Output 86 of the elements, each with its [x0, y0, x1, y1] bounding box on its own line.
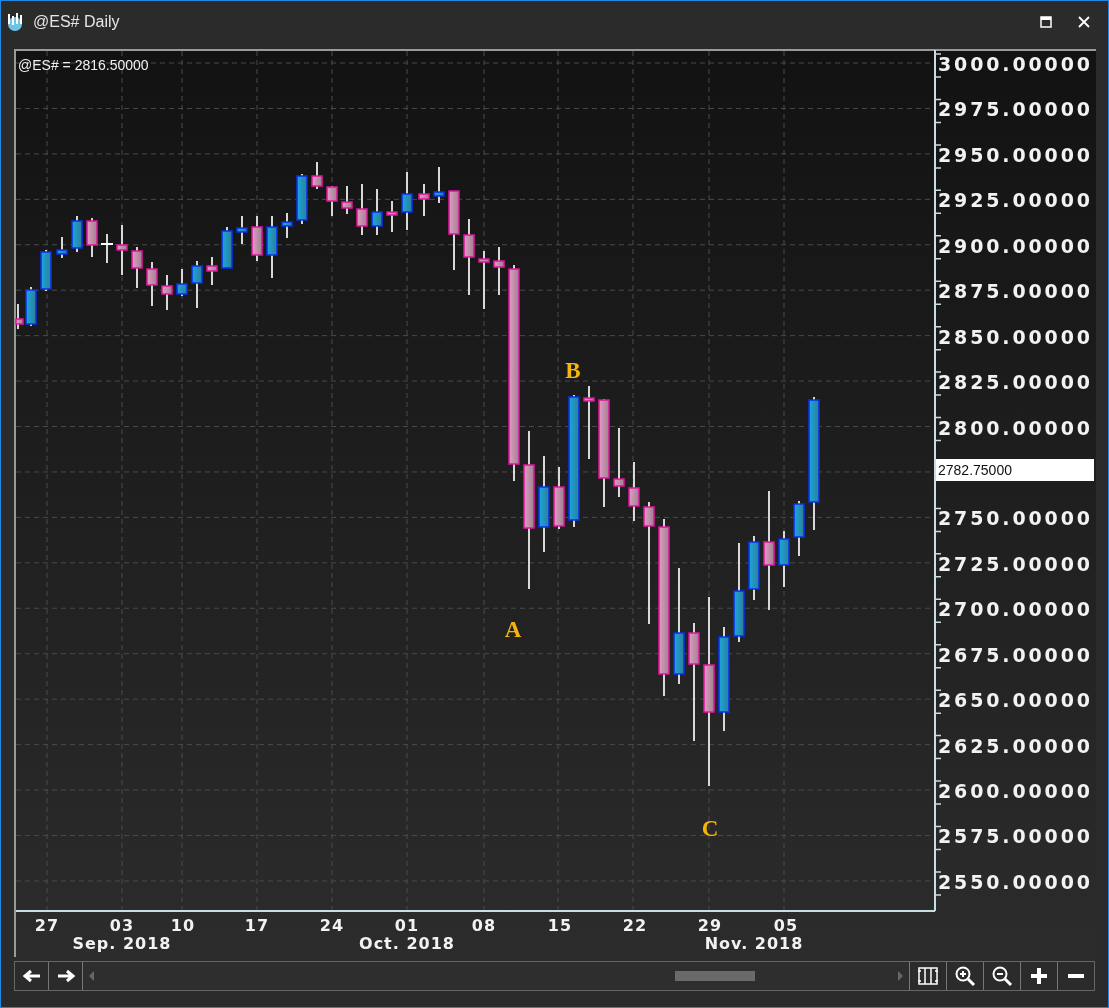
- price-axis-label: 3000.00000: [938, 53, 1090, 75]
- date-axis-label: 15: [547, 916, 573, 935]
- columns-icon: [917, 966, 939, 986]
- close-icon: [1077, 15, 1091, 29]
- date-axis-label: 08: [471, 916, 497, 935]
- month-axis-label: Nov. 2018: [704, 934, 804, 953]
- wave-label: B: [565, 358, 581, 383]
- zoom-out-icon: [991, 965, 1013, 987]
- candle: [793, 500, 805, 557]
- minus-icon: [1067, 973, 1085, 979]
- date-axis-label: 10: [170, 916, 196, 935]
- candle: [116, 224, 128, 276]
- price-axis-label: 2875.00000: [938, 280, 1090, 303]
- left-arrow-icon: [21, 969, 42, 983]
- candle: [176, 268, 188, 297]
- price-axis-label: 2650.00000: [938, 689, 1090, 712]
- price-axis-label: 2625.00000: [938, 734, 1090, 757]
- price-axis-label: 2575.00000: [938, 825, 1090, 848]
- candle: [778, 530, 790, 588]
- date-axis-label: 01: [394, 916, 420, 935]
- price-axis-label: 2700.00000: [938, 598, 1090, 621]
- price-axis-label: 2850.00000: [938, 325, 1090, 348]
- date-axis-label: 05: [773, 916, 799, 935]
- candle: [86, 217, 98, 258]
- price-axis-label: 2825.00000: [938, 371, 1090, 394]
- window-title: @ES# Daily: [33, 12, 120, 32]
- scrollbar-thumb[interactable]: [675, 971, 755, 981]
- candle: [311, 161, 323, 190]
- candle: [40, 249, 52, 292]
- price-axis-label: 2675.00000: [938, 643, 1090, 666]
- price-legend: @ES# = 2816.50000: [18, 57, 149, 73]
- candle: [386, 200, 398, 233]
- candle: [493, 246, 505, 296]
- zoom-in-icon: [954, 965, 976, 987]
- candle: [748, 535, 760, 601]
- date-axis-label: 27: [34, 916, 60, 935]
- wave-label: A: [504, 617, 522, 642]
- candle: [71, 215, 83, 253]
- candle: [191, 260, 203, 309]
- date-axis-label: 24: [319, 916, 345, 935]
- price-axis-label: 2750.00000: [938, 507, 1090, 530]
- date-axis-label: 17: [244, 916, 270, 935]
- right-arrow-icon: [55, 969, 76, 983]
- candle: [326, 185, 338, 217]
- wave-label: C: [701, 816, 719, 841]
- candle: [401, 171, 413, 231]
- candle: [478, 250, 490, 310]
- month-axis-label: Oct. 2018: [359, 934, 455, 953]
- maximize-icon: [1040, 16, 1052, 28]
- scroll-left-icon: [89, 971, 95, 981]
- candle: [553, 466, 565, 530]
- plus-icon: [1030, 967, 1048, 985]
- price-axis-label: 2725.00000: [938, 552, 1090, 575]
- candle: [100, 233, 114, 264]
- price-axis-label: 2925.00000: [938, 189, 1090, 212]
- candle: [236, 215, 248, 245]
- price-axis-label: 2950.00000: [938, 143, 1090, 166]
- price-axis-label: 2975.00000: [938, 98, 1090, 121]
- price-axis-label: 2800.00000: [938, 416, 1090, 439]
- candle: [146, 261, 158, 307]
- candle: [131, 246, 143, 289]
- candle: [371, 188, 383, 236]
- candle: [418, 183, 430, 217]
- candle: [251, 215, 263, 262]
- candle: [613, 427, 625, 498]
- candle: [356, 183, 368, 236]
- date-axis-label: 29: [697, 916, 723, 935]
- candle: [433, 166, 445, 204]
- candle: [628, 461, 640, 522]
- price-axis-label: 2550.00000: [938, 870, 1090, 893]
- candle: [341, 185, 353, 215]
- date-axis-label: 22: [622, 916, 648, 935]
- candle: [56, 236, 68, 259]
- candle: [296, 173, 308, 225]
- candle: [206, 256, 218, 286]
- month-axis-label: Sep. 2018: [72, 934, 172, 953]
- candle: [281, 212, 293, 239]
- candle: [221, 226, 233, 269]
- scroll-right-icon: [897, 971, 903, 981]
- date-axis-label: 03: [109, 916, 135, 935]
- candle: [266, 215, 278, 279]
- app-logo-icon: [5, 12, 25, 32]
- price-axis-label: 2600.00000: [938, 780, 1090, 803]
- candle: [161, 274, 173, 311]
- current-price-label: 2782.75000: [938, 462, 1012, 478]
- price-axis-label: 2900.00000: [938, 234, 1090, 257]
